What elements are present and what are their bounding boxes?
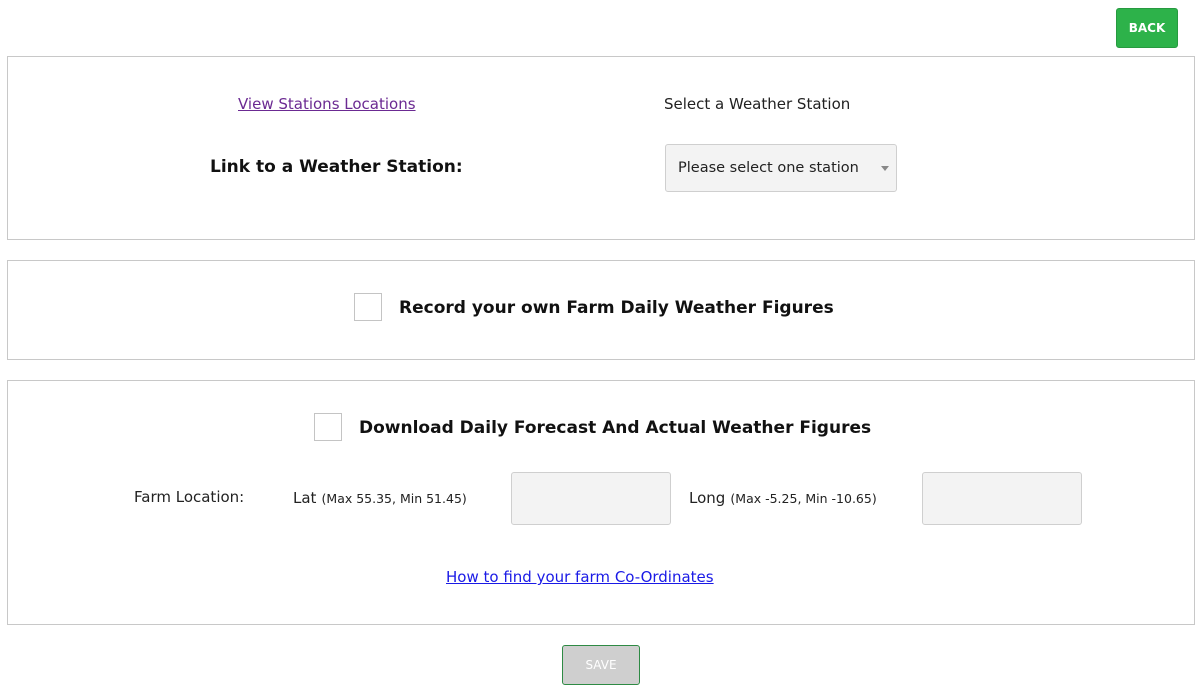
view-stations-locations-link[interactable]: View Stations Locations: [238, 95, 416, 113]
record-weather-label: Record your own Farm Daily Weather Figur…: [399, 298, 834, 318]
back-button[interactable]: BACK: [1116, 8, 1178, 48]
lat-range-hint: (Max 55.35, Min 51.45): [321, 491, 467, 506]
latitude-input[interactable]: [511, 472, 671, 525]
farm-coordinates-help-link[interactable]: How to find your farm Co-Ordinates: [446, 568, 714, 586]
chevron-down-icon: [881, 166, 889, 171]
lat-label: Lat: [293, 489, 317, 507]
download-weather-checkbox[interactable]: [314, 413, 342, 441]
lat-label-group: Lat (Max 55.35, Min 51.45): [293, 488, 467, 507]
longitude-input[interactable]: [922, 472, 1082, 525]
long-range-hint: (Max -5.25, Min -10.65): [730, 491, 877, 506]
link-weather-station-label: Link to a Weather Station:: [210, 157, 463, 177]
farm-location-label: Farm Location:: [134, 488, 245, 506]
long-label: Long: [689, 489, 726, 507]
record-weather-panel: Record your own Farm Daily Weather Figur…: [7, 260, 1195, 360]
weather-station-panel: View Stations Locations Select a Weather…: [7, 56, 1195, 240]
weather-station-select-value: Please select one station: [678, 160, 859, 176]
weather-station-select[interactable]: Please select one station: [665, 144, 897, 192]
long-label-group: Long (Max -5.25, Min -10.65): [689, 488, 877, 507]
download-weather-panel: Download Daily Forecast And Actual Weath…: [7, 380, 1195, 625]
record-weather-checkbox[interactable]: [354, 293, 382, 321]
download-weather-label: Download Daily Forecast And Actual Weath…: [359, 418, 872, 438]
save-button[interactable]: SAVE: [562, 645, 640, 685]
select-station-label: Select a Weather Station: [664, 95, 851, 113]
